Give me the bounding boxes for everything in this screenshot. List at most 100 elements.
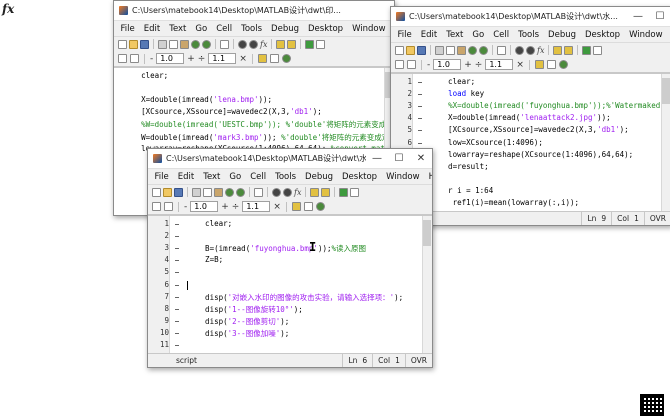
scale-value-input[interactable]: 1.1 [208, 53, 237, 64]
multiply-button[interactable]: × [273, 202, 281, 212]
window-titlebar[interactable]: C:\Users\matebook14\Desktop\MATLAB设计\dwt… [391, 7, 670, 27]
open-folder-icon[interactable] [163, 187, 172, 197]
stack-icon[interactable] [316, 39, 326, 49]
divide-button[interactable]: ÷ [198, 54, 206, 64]
menu-edit[interactable]: Edit [416, 30, 441, 40]
decrement-button[interactable]: - [427, 60, 430, 70]
go-back-icon[interactable] [249, 39, 258, 49]
menu-file[interactable]: File [393, 30, 416, 40]
menu-file[interactable]: File [116, 24, 139, 34]
code-line[interactable]: ref1(i)=mean(lowarray(:,i)); [430, 198, 579, 207]
cell-mode-icon[interactable] [291, 202, 301, 211]
code-line[interactable]: disp('1--图像旋转10°'); [187, 304, 303, 315]
menu-help[interactable]: Help [424, 172, 432, 182]
menu-debug[interactable]: Debug [544, 30, 581, 40]
multiply-button[interactable]: × [516, 60, 524, 70]
stack-icon[interactable] [350, 187, 360, 197]
code-editor[interactable]: 1 clear; 2 3 B=(imread('fuyonghua.bmp'));%… [148, 215, 432, 353]
save-icon[interactable] [174, 187, 183, 197]
increment-value-input[interactable]: 1.0 [190, 201, 219, 212]
cell-eval-icon[interactable] [407, 60, 416, 69]
copy-icon[interactable] [203, 187, 212, 197]
decrement-button[interactable]: - [150, 54, 153, 64]
paste-icon[interactable] [457, 45, 466, 55]
code-line[interactable]: low=XCsource(1:4096); [430, 138, 543, 147]
cut-icon[interactable] [158, 39, 167, 49]
divide-button[interactable]: ÷ [475, 60, 483, 70]
open-folder-icon[interactable] [406, 45, 415, 55]
scrollbar-thumb[interactable] [423, 220, 431, 246]
window-titlebar[interactable]: C:\Users\matebook14\Desktop\MATLAB设计\dwt… [114, 1, 394, 21]
maximize-button[interactable]: ☐ [649, 11, 670, 22]
menu-desktop[interactable]: Desktop [338, 172, 382, 182]
run-icon[interactable] [339, 187, 349, 197]
code-line[interactable]: W=double(imread('mark3.bmp')); %'double'… [114, 132, 389, 143]
scale-value-input[interactable]: 1.1 [485, 59, 514, 70]
save-icon[interactable] [417, 45, 426, 55]
decrement-button[interactable]: - [184, 202, 187, 212]
increment-button[interactable]: + [464, 60, 472, 70]
code-line[interactable]: %X=double(imread('fuyonghua.bmp'));%'Wat… [430, 101, 670, 110]
maximize-button[interactable]: ☐ [388, 153, 410, 164]
vertical-scrollbar[interactable] [661, 74, 670, 211]
find-icon[interactable] [272, 187, 281, 197]
menu-window[interactable]: Window [382, 172, 425, 182]
menu-window[interactable]: Window [625, 30, 668, 40]
clear-breakpoint-icon[interactable] [321, 187, 331, 197]
menu-cell[interactable]: Cell [246, 172, 271, 182]
new-file-icon[interactable] [395, 45, 404, 55]
minimize-button[interactable]: — [366, 153, 388, 164]
cell-icon[interactable] [152, 202, 161, 211]
menu-file[interactable]: File [150, 172, 173, 182]
new-file-icon[interactable] [118, 39, 127, 49]
code-line[interactable]: clear; [430, 77, 475, 86]
multiply-button[interactable]: × [239, 54, 247, 64]
menu-text[interactable]: Text [199, 172, 225, 182]
menu-debug[interactable]: Debug [267, 24, 304, 34]
publish-icon[interactable] [303, 202, 313, 211]
close-button[interactable]: ✕ [410, 153, 432, 164]
code-line[interactable]: [XCsource,XSsource]=wavedec2(X,3,'db1'); [114, 107, 322, 116]
find-icon[interactable] [515, 45, 524, 55]
menu-go[interactable]: Go [468, 30, 489, 40]
redo-icon[interactable] [236, 187, 245, 197]
print-icon[interactable] [497, 45, 506, 55]
save-icon[interactable] [140, 39, 149, 49]
menu-text[interactable]: Text [442, 30, 468, 40]
code-line[interactable]: disp('2--图像剪切'); [187, 316, 289, 327]
vertical-scrollbar[interactable] [422, 216, 432, 353]
menu-cell[interactable]: Cell [489, 30, 514, 40]
help-icon[interactable] [558, 60, 568, 69]
print-icon[interactable] [220, 39, 229, 49]
cut-icon[interactable] [192, 187, 201, 197]
paste-icon[interactable] [180, 39, 189, 49]
breakpoint-icon[interactable] [310, 187, 320, 197]
clear-breakpoint-icon[interactable] [564, 45, 574, 55]
editor-window-attack[interactable]: C:\Users\matebook14\Desktop\MATLAB设计\dwt… [147, 148, 433, 368]
menu-go[interactable]: Go [191, 24, 212, 34]
code-line[interactable]: B=(imread('fuyonghua.bmp'));%读入原图 [187, 243, 366, 254]
code-line[interactable]: disp('对嵌入水印的图像的攻击实验，请输入选择项：'); [187, 292, 403, 303]
code-line[interactable]: r i = 1:64 [430, 186, 493, 195]
paste-icon[interactable] [214, 187, 223, 197]
divide-button[interactable]: ÷ [232, 202, 240, 212]
minimize-button[interactable]: — [627, 11, 649, 22]
menu-edit[interactable]: Edit [173, 172, 198, 182]
redo-icon[interactable] [479, 45, 488, 55]
increment-value-input[interactable]: 1.0 [156, 53, 185, 64]
breakpoint-icon[interactable] [553, 45, 563, 55]
window-titlebar[interactable]: C:\Users\matebook14\Desktop\MATLAB设计\dwt… [148, 149, 432, 169]
print-icon[interactable] [254, 187, 263, 197]
cell-mode-icon[interactable] [534, 60, 544, 69]
increment-button[interactable]: + [221, 202, 229, 212]
menu-go[interactable]: Go [225, 172, 246, 182]
code-line[interactable]: [XCsource,XSsource]=wavedec2(X,3,'db1'); [430, 125, 629, 134]
undo-icon[interactable] [191, 39, 200, 49]
help-icon[interactable] [281, 54, 291, 63]
undo-icon[interactable] [225, 187, 234, 197]
increment-button[interactable]: + [187, 54, 195, 64]
cell-eval-icon[interactable] [164, 202, 173, 211]
find-icon[interactable] [238, 39, 247, 49]
scrollbar-thumb[interactable] [662, 78, 670, 104]
function-icon[interactable]: fx [294, 188, 301, 197]
